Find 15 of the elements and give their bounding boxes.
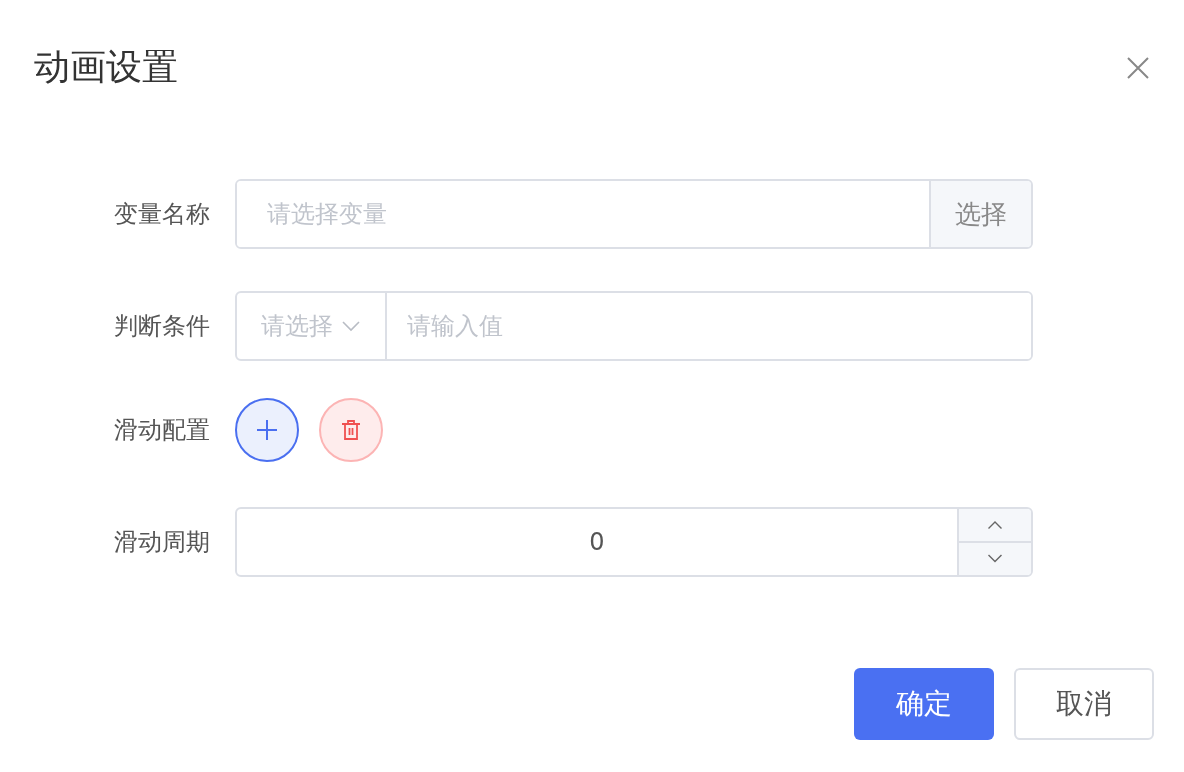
cancel-button[interactable]: 取消 <box>1014 668 1154 740</box>
field-label: 变量名称 <box>113 199 211 230</box>
close-icon[interactable] <box>1127 57 1149 79</box>
add-button[interactable] <box>235 398 299 462</box>
field-label: 滑动配置 <box>113 415 211 446</box>
trash-icon <box>341 419 361 441</box>
plus-icon <box>256 419 278 441</box>
chevron-down-icon <box>341 320 361 332</box>
field-label: 滑动周期 <box>113 527 211 558</box>
field-label: 判断条件 <box>113 311 211 342</box>
input-group[interactable]: 请选择 请输入值 <box>235 291 1033 361</box>
dialog-title: 动画设置 <box>34 44 178 89</box>
confirm-button[interactable]: 确定 <box>854 668 994 740</box>
input-group[interactable]: 请选择变量 选择 <box>235 179 1033 249</box>
select-button[interactable]: 选择 <box>929 181 1031 247</box>
